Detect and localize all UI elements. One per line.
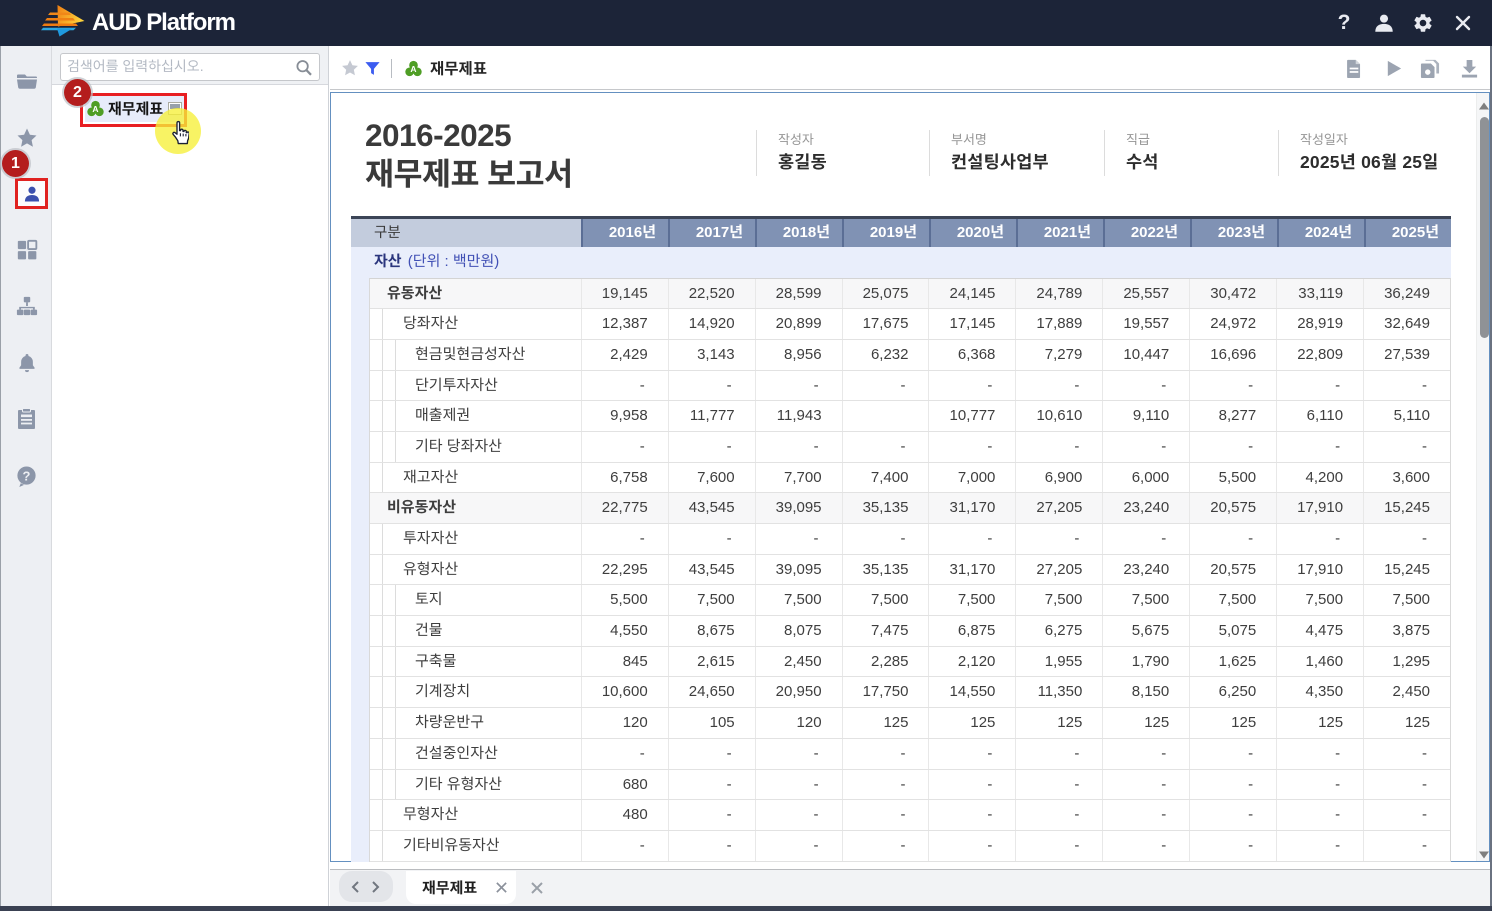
svg-text:?: ?: [23, 468, 31, 483]
svg-text:?: ?: [1338, 12, 1351, 34]
svg-text:A: A: [410, 64, 416, 74]
